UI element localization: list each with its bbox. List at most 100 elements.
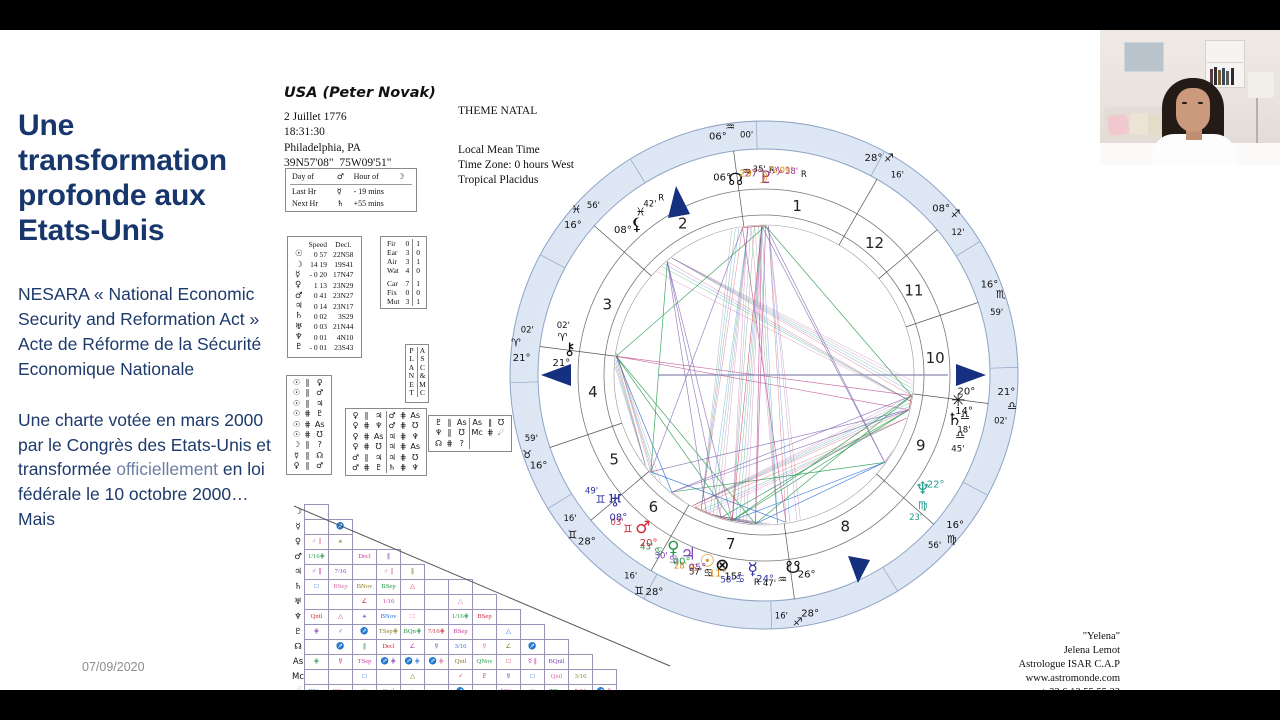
screen: Une transformation profonde aux Etats-Un… <box>0 0 1280 720</box>
cusp-minute: 02' <box>521 326 534 336</box>
house-number: 12 <box>865 234 884 252</box>
element-cell: Wat <box>387 266 399 276</box>
glyph-cell: ∥ <box>305 461 310 471</box>
aspect-cell: Qntl <box>304 609 330 625</box>
aspect-cell: 3/16 <box>568 669 594 685</box>
element-cell: Fix <box>387 287 398 297</box>
aspect-cell <box>328 669 354 685</box>
cushion-striped <box>1130 113 1148 135</box>
glyph-cell <box>468 438 485 450</box>
glyph-cell: ♇ <box>375 462 383 472</box>
bookshelf <box>1205 40 1245 88</box>
glyph-cell: As <box>314 419 325 429</box>
aspect-cell: ⋕ <box>304 624 330 640</box>
glyph-cell: ♆ <box>411 431 419 441</box>
speed-row: ♇ - 0 01 23S43 <box>292 342 356 352</box>
glyph-cell: ♃ <box>316 398 324 408</box>
planet-glyph-venus: ♀ <box>667 538 679 558</box>
aspect-cell: ♐ ⋕ <box>424 654 450 670</box>
cusp-degree: 06° <box>709 131 727 142</box>
cusp-minute: 59' <box>990 308 1003 318</box>
cusp-sign-glyph: ♊ <box>634 585 644 598</box>
credit-phone: + 33 6 13 55 55 23 <box>1041 687 1120 690</box>
cusp-sign-glyph: ♒ <box>725 120 735 133</box>
cusp-minute: 02' <box>994 416 1007 426</box>
planet-degree-uranus: 08° <box>609 512 627 523</box>
table-row: Mc □ △ ♂ ♇ ☿ □ Qntl 3/16 <box>292 669 618 685</box>
cusp-sign-glyph: ♐ <box>793 616 803 629</box>
next-hr-value: +55 mins <box>353 198 384 208</box>
glyph-cell: ♀ <box>352 442 359 452</box>
house-number: 11 <box>904 282 923 300</box>
cusp-sign-glyph: ♐ <box>951 207 961 220</box>
planet-degree-chiron: 20° <box>958 386 976 397</box>
cusp-degree: 21° <box>998 387 1016 398</box>
house-number: 10 <box>926 349 945 367</box>
hour-ruler-glyph: ☽ <box>395 172 412 185</box>
glyph-cell: ☉ <box>293 378 301 387</box>
speed-cell: - 0 01 <box>309 342 327 352</box>
aspect-cell: ⚹ <box>400 684 426 690</box>
aspect-cell-empty <box>425 550 449 565</box>
aspect-cell: BSep <box>328 579 354 595</box>
planet-sign-neptune: ♍ <box>918 499 928 512</box>
next-hr-label: Next Hr <box>292 198 318 208</box>
cusp-degree: 08° <box>932 204 950 215</box>
planet-degree-lilith: 08° <box>614 225 632 236</box>
aspect-cell-empty <box>449 550 473 565</box>
glyph-cell: ☄ <box>497 428 505 438</box>
speed-cell: 23N29 <box>332 280 354 290</box>
aspect-cell-empty <box>473 550 497 565</box>
glyph-cell <box>496 439 507 449</box>
aspect-cell: 7/16⋕ <box>424 624 450 640</box>
speed-row: ♅ 0 03 21N44 <box>292 322 356 332</box>
speed-cell: ♃ <box>295 300 303 311</box>
element-row: Mut 3 1 <box>384 296 424 306</box>
speed-cell: ♇ <box>295 342 303 353</box>
glyph-cell: ∥ <box>305 440 310 450</box>
aspect-cell: Qntl <box>376 684 402 690</box>
aspect-cell <box>592 669 618 685</box>
aspect-cell: 5/16 <box>568 684 594 690</box>
chart-subject-name: USA (Peter Novak) <box>284 85 436 101</box>
glyph-cell: ♃ <box>385 431 398 443</box>
aspect-cell <box>424 684 450 690</box>
aspect-row-label: As <box>292 656 304 667</box>
planet-retrograde-lilith: R <box>658 193 664 203</box>
aspect-cell: ♂ ∥ <box>376 564 402 580</box>
glyph-cell: ♄ <box>385 462 398 474</box>
glyph-cell: ⋕ <box>486 428 494 438</box>
speed-cell: 22N58 <box>332 249 354 259</box>
aspect-cell-empty <box>353 505 377 520</box>
aspect-cell <box>472 594 498 610</box>
cusp-minute: 59' <box>525 434 538 444</box>
aspect-cell: ♂ ∥ <box>304 534 330 550</box>
glyph-cell: ⋕ <box>399 421 407 431</box>
planet-minute-uranus: 49' <box>585 486 598 496</box>
aspect-row-label: ♃ <box>294 566 302 577</box>
cusp-sign-glyph: ♎ <box>1007 399 1017 412</box>
chart-credits: "Yelena" Jelena Lemot Astrologue ISAR C.… <box>930 630 1120 690</box>
presenter-webcam[interactable] <box>1100 30 1280 165</box>
aspect-cell: ☿ <box>496 669 522 685</box>
speed-cell: 0 57 <box>313 249 327 259</box>
speed-decl-body: Speed Decl. ☉ 0 57 22N58 ☽ 14 19 19S41 ☿ - 0 20 17… <box>292 240 356 353</box>
aspect-row-label: ♅ <box>294 596 302 607</box>
planet-sign-mars: ♊ <box>623 522 633 535</box>
speed-cell: ♂ <box>295 290 303 301</box>
planet-retrograde-pluto: R <box>801 170 807 180</box>
element-cell: 3 <box>405 257 410 267</box>
aspect-cell: ♇ <box>472 669 498 685</box>
house-number: 6 <box>649 498 659 516</box>
element-cell: 0 <box>405 239 410 248</box>
speed-row: ☿ - 0 20 17N47 <box>292 270 356 280</box>
parallel-list-box-a: ☉ ∥ ♀ ☉ ∥ ♂ ☉ ∥ ♃ ☉ ⋕ ♇ ☉ ⋕ As ☉ ⋕ ℧ ☽ ∥? ☿ ∥ ☊ ♀ ∥ ♂ <box>286 375 332 475</box>
aspect-cell-empty <box>473 505 497 520</box>
aspect-cell <box>352 564 378 580</box>
glyph-cell: ∥ <box>305 378 310 387</box>
glyph-row: ☉ ⋕ As <box>291 420 327 430</box>
planet-degree-sun: 11° <box>709 569 727 580</box>
planet-degree-mars: 20° <box>640 538 658 549</box>
credit-website: www.astromonde.com <box>1025 672 1120 684</box>
aspect-row-label: ♇ <box>294 626 302 637</box>
